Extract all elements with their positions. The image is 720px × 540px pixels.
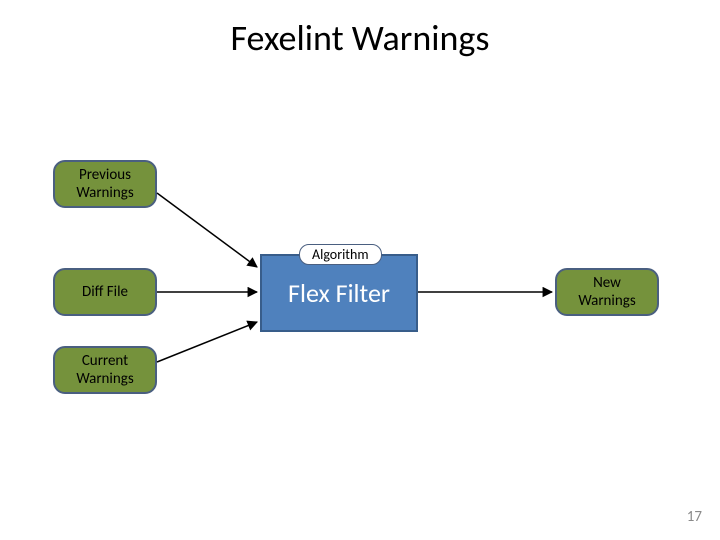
arrow-previous-to-filter — [157, 193, 257, 267]
node-current-warnings: Current Warnings — [53, 346, 157, 394]
page-number: 17 — [687, 508, 702, 526]
node-new-warnings: New Warnings — [555, 268, 659, 316]
algorithm-label: Algorithm — [299, 244, 382, 265]
slide-title: Fexelint Warnings — [0, 16, 720, 60]
slide-canvas: Fexelint Warnings Previous Warnings Diff… — [0, 0, 720, 540]
flex-filter-box: Flex Filter — [260, 254, 418, 332]
node-diff-file: Diff File — [53, 268, 157, 316]
arrow-current-to-filter — [157, 322, 257, 362]
node-previous-warnings: Previous Warnings — [53, 160, 157, 208]
